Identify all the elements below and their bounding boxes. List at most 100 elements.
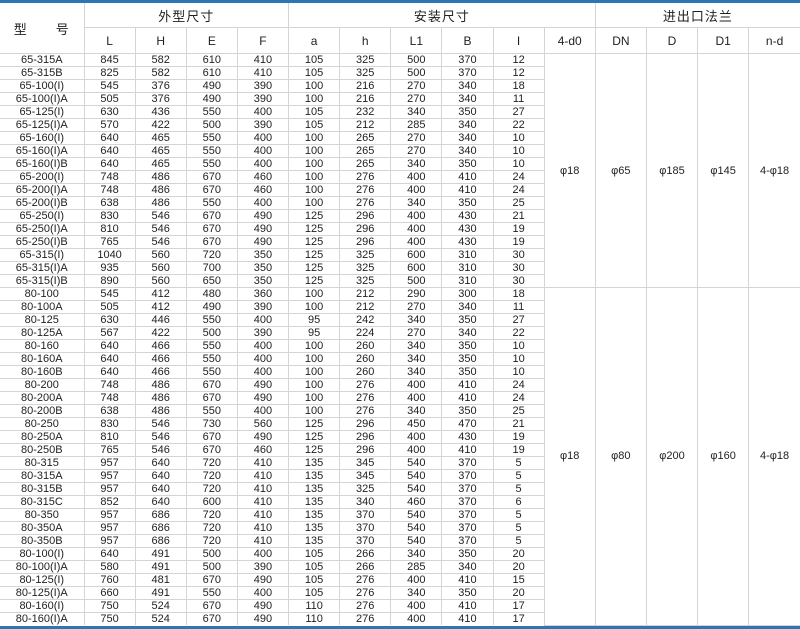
value-cell: 412	[135, 301, 186, 314]
value-cell: 350	[237, 262, 288, 275]
value-cell: 390	[237, 561, 288, 574]
value-cell: 390	[237, 93, 288, 106]
value-cell: 670	[186, 613, 237, 626]
value-cell: 410	[237, 470, 288, 483]
value-cell: 376	[135, 93, 186, 106]
model-cell: 80-200B	[0, 405, 84, 418]
value-cell: 670	[186, 184, 237, 197]
value-cell: 490	[237, 379, 288, 392]
value-cell: 410	[237, 535, 288, 548]
value-cell: 105	[289, 561, 340, 574]
value-cell: 560	[135, 275, 186, 288]
value-cell: 376	[135, 80, 186, 93]
value-cell: 540	[391, 470, 442, 483]
value-cell: 212	[340, 301, 391, 314]
value-cell: 670	[186, 236, 237, 249]
value-cell: 466	[135, 340, 186, 353]
model-cell: 80-100(I)	[0, 548, 84, 561]
value-cell: 22	[493, 327, 544, 340]
value-cell: 486	[135, 392, 186, 405]
value-cell: 350	[442, 353, 493, 366]
value-cell: 350	[442, 366, 493, 379]
value-cell: 276	[340, 574, 391, 587]
value-cell: 560	[135, 262, 186, 275]
value-cell: 550	[186, 314, 237, 327]
model-cell: 65-315(I)	[0, 249, 84, 262]
value-cell: 410	[442, 600, 493, 613]
value-cell: 125	[289, 418, 340, 431]
value-cell: 400	[391, 574, 442, 587]
value-cell: 686	[135, 509, 186, 522]
value-cell: 410	[442, 613, 493, 626]
value-cell: 100	[289, 184, 340, 197]
value-cell: 490	[237, 613, 288, 626]
value-cell: 852	[84, 496, 135, 509]
value-cell: 260	[340, 353, 391, 366]
table-row: 65-315A84558261041010532550037012φ18φ65φ…	[0, 54, 800, 67]
value-cell: 545	[84, 80, 135, 93]
value-cell: 100	[289, 80, 340, 93]
column-header-h: h	[340, 28, 391, 54]
value-cell: 270	[391, 327, 442, 340]
value-cell: 370	[340, 509, 391, 522]
value-cell: 486	[135, 197, 186, 210]
value-cell: 550	[186, 132, 237, 145]
value-cell: 400	[237, 340, 288, 353]
value-cell: 486	[135, 379, 186, 392]
value-cell: 224	[340, 327, 391, 340]
flange-cell-d0: φ18	[544, 54, 595, 288]
value-cell: 340	[391, 548, 442, 561]
value-cell: 957	[84, 483, 135, 496]
value-cell: 410	[442, 379, 493, 392]
value-cell: 370	[442, 457, 493, 470]
value-cell: 340	[340, 496, 391, 509]
value-cell: 546	[135, 431, 186, 444]
model-cell: 80-315A	[0, 470, 84, 483]
column-header-L1: L1	[391, 28, 442, 54]
value-cell: 276	[340, 197, 391, 210]
value-cell: 546	[135, 223, 186, 236]
value-cell: 260	[340, 340, 391, 353]
value-cell: 825	[84, 67, 135, 80]
value-cell: 276	[340, 171, 391, 184]
value-cell: 760	[84, 574, 135, 587]
value-cell: 505	[84, 301, 135, 314]
value-cell: 546	[135, 418, 186, 431]
value-cell: 640	[84, 145, 135, 158]
value-cell: 25	[493, 405, 544, 418]
value-cell: 400	[237, 145, 288, 158]
value-cell: 550	[186, 145, 237, 158]
value-cell: 100	[289, 392, 340, 405]
value-cell: 340	[391, 353, 442, 366]
value-cell: 640	[135, 483, 186, 496]
value-cell: 638	[84, 405, 135, 418]
value-cell: 465	[135, 132, 186, 145]
value-cell: 340	[391, 158, 442, 171]
model-cell: 80-350B	[0, 535, 84, 548]
value-cell: 465	[135, 145, 186, 158]
value-cell: 20	[493, 587, 544, 600]
value-cell: 350	[237, 249, 288, 262]
value-cell: 436	[135, 106, 186, 119]
value-cell: 5	[493, 509, 544, 522]
model-cell: 80-350	[0, 509, 84, 522]
value-cell: 135	[289, 535, 340, 548]
value-cell: 720	[186, 470, 237, 483]
value-cell: 810	[84, 431, 135, 444]
value-cell: 95	[289, 327, 340, 340]
value-cell: 135	[289, 457, 340, 470]
value-cell: 276	[340, 184, 391, 197]
value-cell: 670	[186, 210, 237, 223]
value-cell: 265	[340, 145, 391, 158]
value-cell: 957	[84, 522, 135, 535]
column-header-n-d: n-d	[749, 28, 800, 54]
value-cell: 957	[84, 470, 135, 483]
value-cell: 350	[442, 197, 493, 210]
value-cell: 422	[135, 119, 186, 132]
value-cell: 19	[493, 236, 544, 249]
value-cell: 390	[237, 80, 288, 93]
value-cell: 300	[442, 288, 493, 301]
value-cell: 490	[237, 600, 288, 613]
value-cell: 370	[442, 483, 493, 496]
model-cell: 80-315B	[0, 483, 84, 496]
